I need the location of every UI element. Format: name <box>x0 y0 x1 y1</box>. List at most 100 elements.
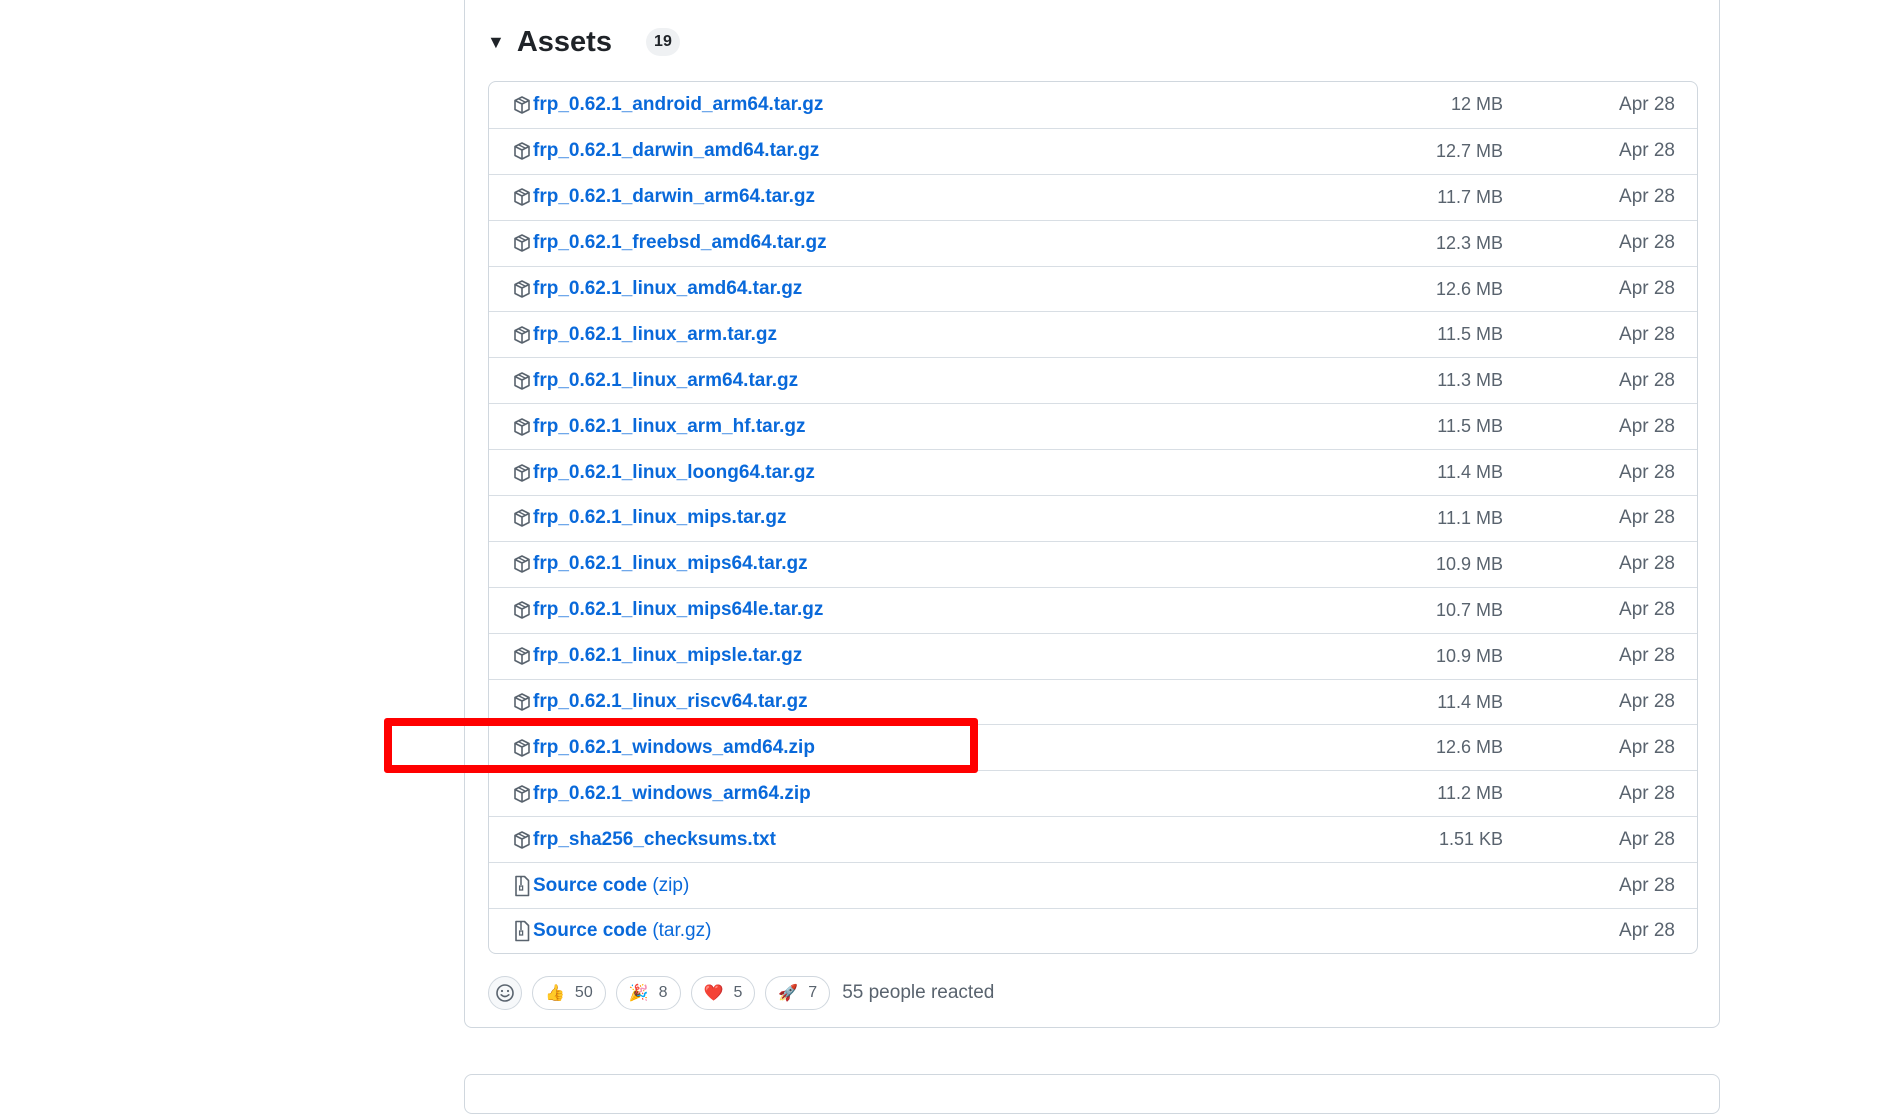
package-icon <box>511 645 533 667</box>
package-icon <box>511 186 533 208</box>
asset-size: 11.4 MB <box>1437 462 1503 483</box>
asset-size: 12 MB <box>1450 94 1503 115</box>
asset-size: 11.4 MB <box>1437 691 1503 712</box>
asset-main: frp_0.62.1_windows_amd64.zip <box>511 725 815 770</box>
reaction-button[interactable]: ❤️ 5 <box>690 976 756 1010</box>
asset-main: Source code (zip) <box>511 863 689 908</box>
asset-ext: (zip) <box>652 874 690 896</box>
asset-row: frp_0.62.1_windows_arm64.zip 11.2 MB Apr 2… <box>489 770 1697 816</box>
asset-link[interactable]: frp_0.62.1_linux_arm.tar.gz <box>533 324 777 346</box>
asset-row: Source code (zip) Apr 28 <box>489 862 1697 908</box>
package-icon <box>511 507 533 529</box>
asset-main: frp_0.62.1_freebsd_amd64.tar.gz <box>511 221 827 266</box>
asset-link[interactable]: frp_0.62.1_linux_loong64.tar.gz <box>533 462 815 484</box>
asset-row: frp_0.62.1_linux_mipsle.tar.gz 10.9 MB Apr… <box>489 632 1697 679</box>
asset-main: frp_0.62.1_android_arm64.tar.gz <box>511 82 823 128</box>
asset-main: frp_0.62.1_linux_riscv64.tar.gz <box>511 680 808 725</box>
asset-link[interactable]: frp_0.62.1_linux_mips.tar.gz <box>533 507 786 529</box>
asset-name: frp_0.62.1_linux_arm64.tar.gz <box>533 369 799 391</box>
package-icon <box>511 462 533 484</box>
asset-main: frp_0.62.1_linux_mipsle.tar.gz <box>511 634 802 679</box>
asset-name: frp_0.62.1_linux_arm_hf.tar.gz <box>533 415 806 437</box>
asset-name: frp_0.62.1_android_arm64.tar.gz <box>533 93 824 115</box>
asset-date: Apr 28 <box>1619 461 1675 483</box>
asset-row: frp_0.62.1_linux_mips.tar.gz 11.1 MB Apr 2… <box>489 495 1697 541</box>
asset-row: frp_0.62.1_linux_arm_hf.tar.gz 11.5 MB Apr… <box>489 403 1697 449</box>
package-icon <box>511 553 533 575</box>
asset-name: Source code <box>533 874 648 896</box>
asset-name: frp_sha256_checksums.txt <box>533 828 776 850</box>
asset-row: frp_sha256_checksums.txt 1.51 KB Apr 28 <box>489 816 1697 862</box>
assets-header[interactable]: ▼ Assets 19 <box>487 18 680 66</box>
asset-row: frp_0.62.1_linux_amd64.tar.gz 12.6 MB Apr … <box>489 265 1697 312</box>
asset-date: Apr 28 <box>1619 553 1675 575</box>
package-icon <box>511 370 533 392</box>
asset-name: frp_0.62.1_linux_mips64.tar.gz <box>533 553 808 575</box>
package-icon <box>511 691 533 713</box>
asset-date: Apr 28 <box>1619 93 1675 115</box>
asset-row: frp_0.62.1_darwin_arm64.tar.gz 11.7 MB Apr… <box>489 173 1697 220</box>
package-icon <box>511 278 533 300</box>
asset-main: frp_0.62.1_linux_mips.tar.gz <box>511 496 786 541</box>
asset-name: Source code <box>533 920 648 942</box>
caret-down-icon[interactable]: ▼ <box>487 32 505 53</box>
asset-link[interactable]: frp_sha256_checksums.txt <box>533 829 776 851</box>
asset-link[interactable]: frp_0.62.1_windows_arm64.zip <box>533 783 811 805</box>
asset-main: frp_0.62.1_linux_amd64.tar.gz <box>511 267 802 312</box>
asset-date: Apr 28 <box>1619 186 1675 208</box>
asset-link[interactable]: frp_0.62.1_linux_arm64.tar.gz <box>533 370 798 392</box>
reaction-button[interactable]: 🚀 7 <box>765 976 831 1010</box>
smiley-icon <box>496 984 514 1002</box>
package-icon <box>511 783 533 805</box>
asset-size: 11.5 MB <box>1437 416 1503 437</box>
rocket-icon: 🚀 <box>778 985 799 1002</box>
asset-link[interactable]: frp_0.62.1_freebsd_amd64.tar.gz <box>533 232 827 254</box>
asset-link[interactable]: frp_0.62.1_linux_amd64.tar.gz <box>533 278 802 300</box>
asset-date: Apr 28 <box>1619 874 1675 896</box>
asset-row: frp_0.62.1_freebsd_amd64.tar.gz 12.3 MB Ap… <box>489 219 1697 266</box>
asset-name: frp_0.62.1_windows_amd64.zip <box>533 736 815 758</box>
asset-ext: (tar.gz) <box>652 920 712 942</box>
asset-link[interactable]: frp_0.62.1_linux_mipsle.tar.gz <box>533 645 802 667</box>
reactions-summary[interactable]: 55 people reacted <box>842 982 994 1004</box>
asset-link[interactable]: frp_0.62.1_darwin_amd64.tar.gz <box>533 140 819 162</box>
package-icon <box>511 829 533 851</box>
asset-size: 11.3 MB <box>1437 370 1503 391</box>
asset-link[interactable]: Source code (tar.gz) <box>533 920 711 942</box>
reaction-button[interactable]: 👍 50 <box>532 976 606 1010</box>
asset-name: frp_0.62.1_linux_mipsle.tar.gz <box>533 645 803 667</box>
asset-link[interactable]: frp_0.62.1_windows_amd64.zip <box>533 737 815 759</box>
reaction-button[interactable]: 🎉 8 <box>615 976 681 1010</box>
heart-icon: ❤️ <box>703 985 724 1002</box>
asset-date: Apr 28 <box>1619 599 1675 621</box>
asset-date: Apr 28 <box>1619 828 1675 850</box>
asset-link[interactable]: frp_0.62.1_linux_arm_hf.tar.gz <box>533 416 805 438</box>
asset-name: frp_0.62.1_darwin_arm64.tar.gz <box>533 186 815 208</box>
reactions-bar: 👍 50 🎉 8 ❤️ 5 🚀 7 55 people reacted <box>488 976 994 1010</box>
asset-link[interactable]: frp_0.62.1_linux_riscv64.tar.gz <box>533 691 808 713</box>
asset-link[interactable]: frp_0.62.1_linux_mips64.tar.gz <box>533 553 808 575</box>
asset-date: Apr 28 <box>1619 323 1675 345</box>
asset-row: Source code (tar.gz) Apr 28 <box>489 908 1697 953</box>
assets-title[interactable]: Assets <box>517 26 612 59</box>
asset-date: Apr 28 <box>1619 691 1675 713</box>
package-icon <box>511 94 533 116</box>
asset-main: frp_0.62.1_darwin_arm64.tar.gz <box>511 175 815 220</box>
asset-link[interactable]: frp_0.62.1_darwin_arm64.tar.gz <box>533 186 815 208</box>
add-reaction-button[interactable] <box>488 976 522 1010</box>
next-release-card <box>464 1074 1720 1114</box>
asset-main: frp_0.62.1_linux_loong64.tar.gz <box>511 450 815 495</box>
asset-link[interactable]: frp_0.62.1_linux_mips64le.tar.gz <box>533 599 823 621</box>
asset-main: frp_0.62.1_darwin_amd64.tar.gz <box>511 129 819 174</box>
asset-link[interactable]: frp_0.62.1_android_arm64.tar.gz <box>533 94 823 116</box>
assets-list: frp_0.62.1_android_arm64.tar.gz 12 MB Apr … <box>488 81 1698 954</box>
reaction-count: 7 <box>808 984 818 1001</box>
asset-main: frp_0.62.1_linux_arm.tar.gz <box>511 312 777 357</box>
asset-size: 12.3 MB <box>1435 232 1503 253</box>
party-popper-icon: 🎉 <box>628 985 649 1002</box>
asset-row: frp_0.62.1_windows_amd64.zip 12.6 MB Apr 2… <box>489 724 1697 770</box>
asset-link[interactable]: Source code (zip) <box>533 875 689 897</box>
asset-date: Apr 28 <box>1619 645 1675 667</box>
asset-name: frp_0.62.1_linux_amd64.tar.gz <box>533 278 803 299</box>
package-icon <box>511 140 533 162</box>
